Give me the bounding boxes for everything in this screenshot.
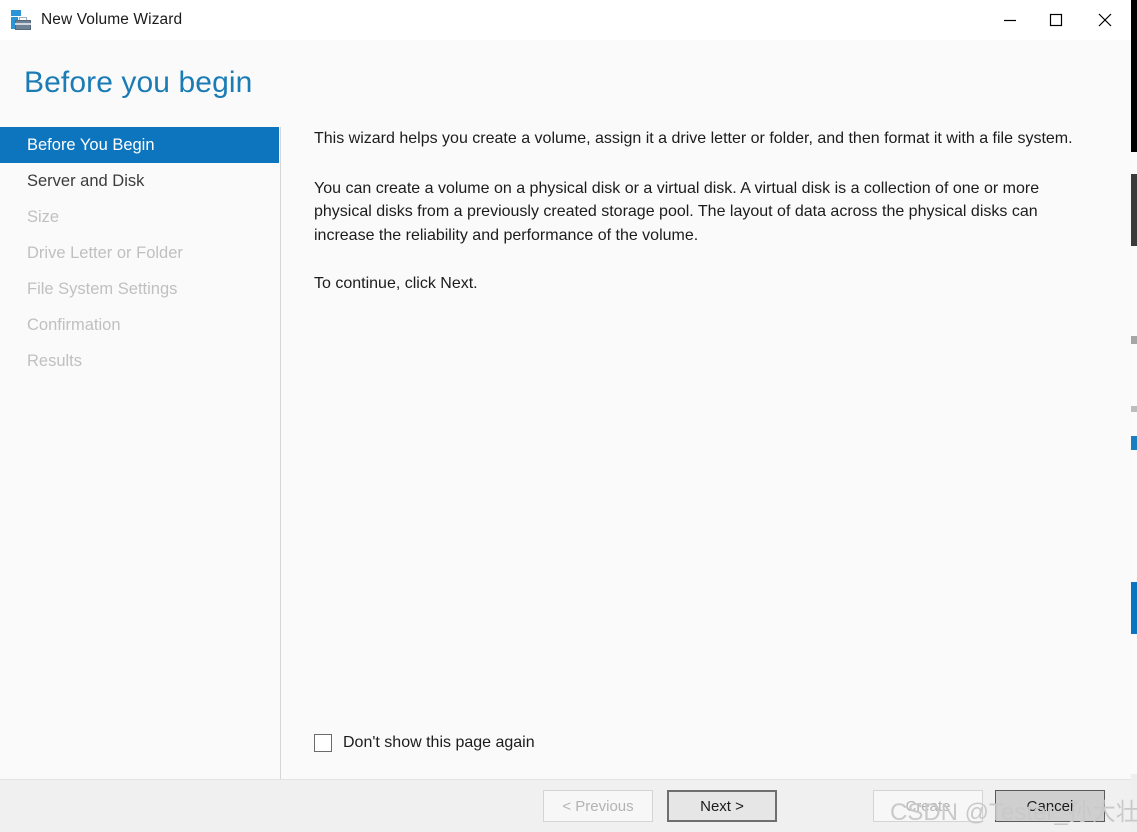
close-icon[interactable] — [1079, 0, 1131, 40]
dont-show-again-checkbox[interactable] — [314, 734, 332, 752]
previous-button[interactable]: < Previous — [543, 790, 653, 822]
window-controls — [987, 0, 1131, 40]
nav-item-label: Confirmation — [27, 315, 121, 334]
sidebar-item-confirmation: Confirmation — [0, 307, 279, 343]
sidebar-item-file-system-settings: File System Settings — [0, 271, 279, 307]
volume-wizard-icon — [10, 9, 32, 31]
footer-button-bar: < Previous Next > Create Cancel — [0, 779, 1131, 832]
title-bar-left: New Volume Wizard — [0, 9, 182, 31]
bg-fragment-gap — [1131, 344, 1137, 406]
nav-item-label: File System Settings — [27, 279, 178, 298]
nav-item-label: Server and Disk — [27, 171, 145, 190]
wizard-step-nav: Before You Begin Server and Disk Size Dr… — [0, 127, 281, 779]
dont-show-again-label: Don't show this page again — [343, 734, 535, 751]
intro-paragraph-2: You can create a volume on a physical di… — [314, 179, 1040, 244]
bg-fragment-gap — [1131, 450, 1137, 582]
minimize-icon[interactable] — [987, 0, 1033, 40]
cancel-button[interactable]: Cancel — [995, 790, 1105, 822]
bg-fragment-grey — [1131, 336, 1137, 344]
sidebar-item-results: Results — [0, 343, 279, 379]
window-title: New Volume Wizard — [41, 11, 183, 28]
body-area: Before You Begin Server and Disk Size Dr… — [0, 98, 1131, 779]
sidebar-item-before-you-begin[interactable]: Before You Begin — [0, 127, 279, 163]
wizard-content: This wizard helps you create a volume, a… — [281, 127, 1131, 779]
dont-show-again-row[interactable]: Don't show this page again — [314, 734, 1101, 779]
bg-fragment-gap — [1131, 246, 1137, 336]
bg-fragment-dark-panel — [1131, 174, 1137, 246]
nav-item-label: Results — [27, 351, 83, 370]
title-bar: New Volume Wizard — [0, 0, 1131, 40]
screen: New Volume Wizard Before you begin Befor… — [0, 0, 1137, 832]
bg-fragment-gap — [1131, 152, 1137, 174]
nav-item-label: Before You Begin — [27, 135, 155, 154]
maximize-icon[interactable] — [1033, 0, 1079, 40]
nav-item-label: Size — [27, 207, 60, 226]
bg-fragment-blue-panel — [1131, 582, 1137, 634]
bg-fragment-titlebar — [1131, 0, 1137, 152]
bg-fragment-blue-small — [1131, 436, 1137, 450]
intro-paragraph-3: To continue, click Next. — [314, 275, 478, 292]
intro-paragraph-1: This wizard helps you create a volume, a… — [314, 130, 1073, 147]
nav-item-label: Drive Letter or Folder — [27, 243, 183, 262]
page-title: Before you begin — [24, 66, 253, 99]
sidebar-item-drive-letter-or-folder: Drive Letter or Folder — [0, 235, 279, 271]
bg-fragment-gap — [1131, 412, 1137, 436]
bg-fragment-footer — [1131, 774, 1137, 832]
sidebar-item-server-and-disk[interactable]: Server and Disk — [0, 163, 279, 199]
next-button[interactable]: Next > — [667, 790, 777, 822]
create-button[interactable]: Create — [873, 790, 983, 822]
sidebar-item-size: Size — [0, 199, 279, 235]
new-volume-wizard-window: New Volume Wizard Before you begin Befor… — [0, 0, 1131, 832]
bg-fragment-gap — [1131, 634, 1137, 774]
